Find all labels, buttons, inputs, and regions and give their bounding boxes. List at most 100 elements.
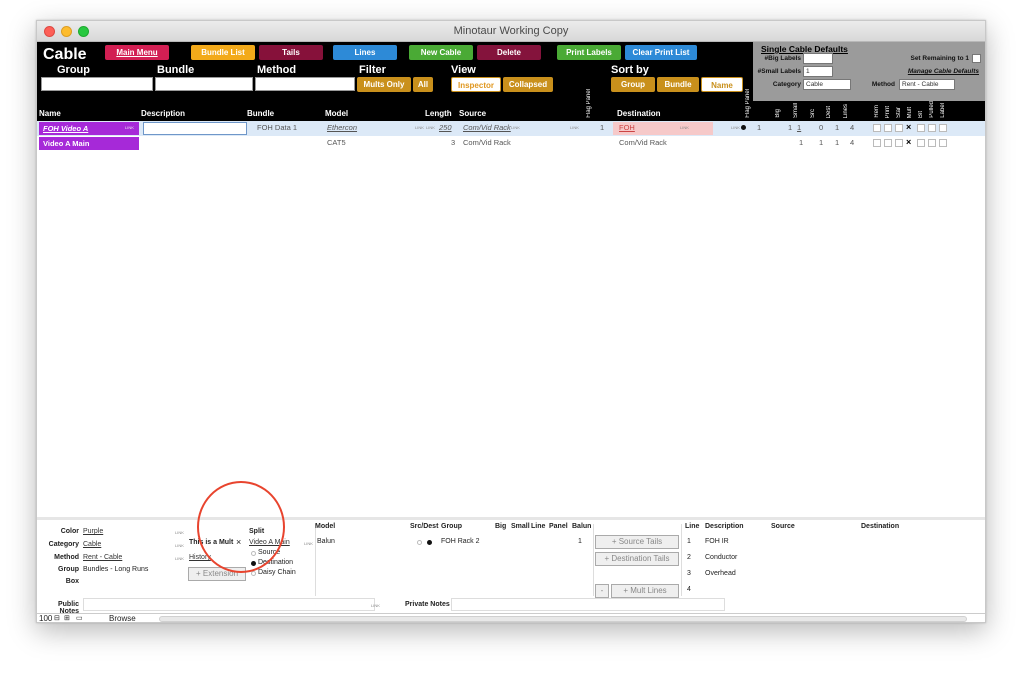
col-description[interactable]: Description [141,109,185,118]
tail-dest-radio[interactable] [427,540,432,545]
dest-panel-cell[interactable]: 1 [757,123,761,132]
group-value[interactable]: Bundles - Long Runs [83,566,148,573]
new-cable-button[interactable]: New Cable [409,45,473,60]
col-star[interactable]: Star [896,107,902,118]
method-value[interactable]: Rent - Cable [83,554,122,561]
big-cell[interactable]: 1 [788,123,792,132]
line-description[interactable]: Conductor [705,554,737,561]
small-cell[interactable]: 1 [797,123,801,132]
label-checkbox[interactable] [939,139,947,147]
minus-button[interactable]: - [595,584,609,598]
source-cell[interactable]: Com/Vid Rack [463,123,511,132]
horizontal-scrollbar[interactable] [159,616,967,622]
all-button[interactable]: All [413,77,433,92]
cable-name[interactable]: FOH Video A [43,124,88,133]
zoom-in-icon[interactable]: ⊞ [64,614,70,622]
defaults-category-input[interactable]: Cable [803,79,851,90]
mode-indicator[interactable]: Browse [109,614,136,622]
main-menu-button[interactable]: Main Menu [105,45,169,60]
source-panel-cell[interactable]: 1 [600,123,604,132]
source-link-tag[interactable]: LINK [511,125,520,130]
model-cell[interactable]: Ethercon [327,123,357,132]
private-notes-field[interactable] [451,598,725,611]
bit-checkbox[interactable] [917,139,925,147]
tail-group-value[interactable]: FOH Rack 2 [441,538,480,545]
destination-cell[interactable]: Com/Vid Rack [619,138,667,147]
tail-source-radio[interactable] [417,540,422,545]
col-lines[interactable]: Lines [843,104,849,118]
color-link-tag[interactable]: LINK [175,530,184,535]
source-tails-button[interactable]: + Source Tails [595,535,679,549]
col-mult[interactable]: Mult [907,107,913,118]
description-input[interactable] [143,122,247,135]
category-link-tag[interactable]: LINK [175,543,184,548]
source-cell[interactable]: Com/Vid Rack [463,138,511,147]
small-labels-input[interactable]: 1 [803,66,833,77]
method-link-tag[interactable]: LINK [175,556,184,561]
col-rem[interactable]: Rem [874,105,880,118]
bundle-list-button[interactable]: Bundle List [191,45,255,60]
source-link-tag-2[interactable]: LINK [570,125,579,130]
small-cell[interactable]: 1 [799,138,803,147]
mult-check-mark[interactable]: × [906,122,911,132]
col-bit[interactable]: Bit [918,111,924,118]
line-description[interactable]: FOH IR [705,538,729,545]
manage-defaults-link[interactable]: Manage Cable Defaults [865,68,979,75]
delete-button[interactable]: Delete [477,45,541,60]
collapsed-view-button[interactable]: Collapsed [503,77,553,92]
pulled-checkbox[interactable] [928,139,936,147]
star-checkbox[interactable] [895,124,903,132]
col-label[interactable]: Label [940,103,946,118]
col-model[interactable]: Model [325,109,348,118]
split-daisy-chain-radio[interactable] [251,571,256,576]
col-name[interactable]: Name [39,109,61,118]
cable-name-cell[interactable]: FOH Video A [39,122,139,135]
big-labels-input[interactable] [803,53,833,64]
mult-check-mark[interactable]: × [906,137,911,147]
zoom-out-icon[interactable]: ⊟ [54,614,60,622]
star-checkbox[interactable] [895,139,903,147]
col-small[interactable]: Small [793,103,799,118]
label-checkbox[interactable] [939,124,947,132]
bit-checkbox[interactable] [917,124,925,132]
col-source[interactable]: Source [459,109,486,118]
name-link-tag[interactable]: LINK [125,125,134,130]
lines-button[interactable]: Lines [333,45,397,60]
sort-group-button[interactable]: Group [611,77,655,92]
length-cell[interactable]: 250 [439,123,452,132]
split-daisy-chain-label[interactable]: Daisy Chain [258,569,296,576]
rem-checkbox[interactable] [873,124,881,132]
col-source-flag-panel[interactable]: Flag Panel [586,89,592,118]
split-link-tag[interactable]: LINK [304,541,313,546]
public-notes-link-tag[interactable]: LINK [371,603,380,608]
dest-link-tag[interactable]: LINK [680,125,689,130]
category-value[interactable]: Cable [83,541,101,548]
dest-link-tag-2[interactable]: LINK [731,125,740,130]
bundle-cell[interactable]: FOH Data 1 [257,123,297,132]
print-labels-button[interactable]: Print Labels [557,45,621,60]
cable-name[interactable]: Video A Main [43,139,89,148]
model-cell[interactable]: CAT5 [327,138,346,147]
public-notes-field[interactable] [83,598,375,611]
color-value[interactable]: Purple [83,528,103,535]
table-row[interactable]: Video A Main CAT5 3 Com/Vid Rack Com/Vid… [37,136,985,151]
mults-only-button[interactable]: Mults Only [357,77,411,92]
zoom-level[interactable]: 100 [39,614,52,622]
inspector-view-button[interactable]: Inspector [451,77,501,92]
table-row[interactable]: FOH Video A LINK FOH Data 1 Ethercon LIN… [37,121,985,136]
clear-print-list-button[interactable]: Clear Print List [625,45,697,60]
tails-button[interactable]: Tails [259,45,323,60]
method-filter-input[interactable] [255,77,355,91]
bundle-filter-input[interactable] [155,77,253,91]
sort-name-button[interactable]: Name [701,77,743,92]
tail-model-value[interactable]: Balun [317,538,335,545]
destination-cell[interactable]: FOH [619,123,635,132]
cable-name-cell[interactable]: Video A Main [39,137,139,150]
col-dest-flag-panel[interactable]: Flag Panel [745,89,751,118]
print-checkbox[interactable] [884,139,892,147]
pulled-checkbox[interactable] [928,124,936,132]
destination-tails-button[interactable]: + Destination Tails [595,552,679,566]
length-cell[interactable]: 3 [451,138,455,147]
length-link-tag[interactable]: LINK [426,125,435,130]
col-destination[interactable]: Destination [617,109,661,118]
